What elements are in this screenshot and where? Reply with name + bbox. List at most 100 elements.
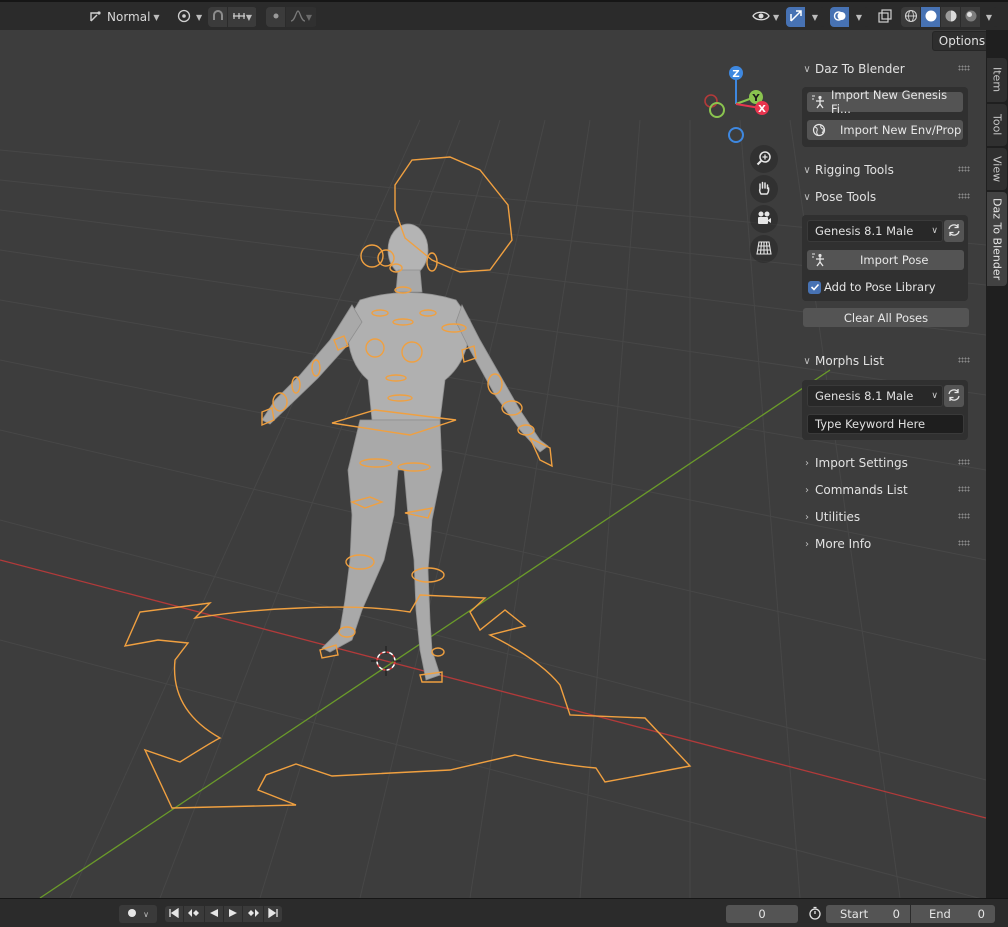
next-keyframe-button[interactable]: [243, 906, 263, 922]
current-frame-value: 0: [758, 907, 766, 921]
morph-refresh-button[interactable]: [944, 385, 964, 407]
falloff-dropdown[interactable]: ▼: [286, 7, 316, 27]
end-frame-label: End: [929, 907, 951, 921]
xray-toggle[interactable]: [877, 7, 893, 27]
panel-title: More Info: [815, 537, 872, 551]
morphs-list-panel-body: Genesis 8.1 Male ∨ Type Keyword Here: [802, 380, 968, 440]
pose-refresh-button[interactable]: [944, 220, 964, 242]
add-to-pose-library-checkbox[interactable]: [808, 281, 821, 294]
preview-range-toggle[interactable]: [806, 906, 824, 922]
overlays-group: ▼: [830, 7, 869, 27]
zoom-button[interactable]: [750, 145, 778, 173]
morph-figure-value: Genesis 8.1 Male: [815, 389, 914, 403]
panel-header-commands-list[interactable]: › Commands List: [796, 479, 974, 501]
panel-header-pose-tools[interactable]: ∨ Pose Tools: [796, 186, 974, 208]
jump-to-end-button[interactable]: [264, 906, 282, 922]
clear-all-poses-label: Clear All Poses: [843, 310, 929, 325]
play-reverse-button[interactable]: [205, 906, 223, 922]
selectability-visibility-dropdown[interactable]: ▼: [752, 7, 779, 27]
shading-material-button[interactable]: [941, 7, 960, 27]
tab-tool[interactable]: Tool: [987, 104, 1007, 146]
tab-view[interactable]: View: [987, 148, 1007, 190]
chevron-down-icon: ∨: [931, 391, 938, 401]
drag-grip-icon[interactable]: [958, 357, 970, 363]
snap-target-dropdown[interactable]: ▼: [228, 7, 256, 27]
overlays-toggle[interactable]: [830, 7, 849, 27]
chevron-down-icon: ▼: [245, 12, 253, 22]
chevron-down-icon: ∨: [143, 909, 149, 919]
shading-solid-button[interactable]: [921, 7, 940, 27]
x-axis-line: [0, 559, 986, 819]
panel-header-daz-to-blender[interactable]: ∨ Daz To Blender: [796, 58, 974, 80]
play-reverse-icon: [209, 907, 219, 921]
import-pose-label: Import Pose: [860, 253, 929, 267]
panel-header-rigging-tools[interactable]: ∨ Rigging Tools: [796, 159, 974, 181]
start-frame-field[interactable]: Start 0: [826, 905, 910, 923]
pose-figure-value: Genesis 8.1 Male: [815, 224, 914, 238]
morph-figure-select[interactable]: Genesis 8.1 Male ∨: [807, 385, 943, 407]
current-frame-field[interactable]: 0: [726, 905, 798, 923]
ortho-toggle-button[interactable]: [750, 235, 778, 263]
drag-grip-icon[interactable]: [958, 166, 970, 172]
chevron-down-icon: ∨: [803, 191, 811, 203]
end-frame-field[interactable]: End 0: [911, 905, 995, 923]
chevron-down-icon: ▼: [305, 12, 313, 22]
gizmo-dropdown[interactable]: ▼: [806, 7, 824, 27]
drag-grip-icon[interactable]: [958, 65, 970, 71]
axis-gizmo[interactable]: Z YX: [704, 66, 769, 143]
proportional-edit-toggle[interactable]: [266, 7, 285, 27]
snap-toggle[interactable]: [208, 7, 227, 27]
panel-header-morphs-list[interactable]: ∨ Morphs List: [796, 350, 974, 372]
pan-button[interactable]: [750, 175, 778, 203]
start-frame-value: 0: [892, 907, 900, 921]
morph-keyword-input[interactable]: Type Keyword Here: [807, 414, 964, 434]
pivot-point-dropdown[interactable]: ▼: [175, 7, 202, 27]
x-axis-label: X: [758, 104, 766, 115]
tab-item[interactable]: Item: [987, 58, 1007, 102]
panel-header-more-info[interactable]: › More Info: [796, 533, 974, 555]
transform-orientation-dropdown[interactable]: Normal ▼: [88, 7, 160, 27]
shading-rendered-button[interactable]: [961, 7, 980, 27]
play-icon: [228, 907, 238, 921]
auto-keying-toggle[interactable]: ∨: [119, 905, 157, 923]
shading-wireframe-button[interactable]: [901, 7, 920, 27]
clear-all-poses-button[interactable]: Clear All Poses: [803, 308, 969, 327]
gizmo-group: ▼: [786, 7, 825, 27]
drag-grip-icon[interactable]: [958, 513, 970, 519]
panel-header-import-settings[interactable]: › Import Settings: [796, 452, 974, 474]
import-pose-button[interactable]: Import Pose: [807, 250, 964, 270]
camera-view-button[interactable]: [750, 205, 778, 233]
refresh-icon: [947, 223, 961, 240]
jump-to-start-button[interactable]: [165, 906, 183, 922]
start-frame-label: Start: [840, 907, 869, 921]
drag-grip-icon[interactable]: [958, 486, 970, 492]
prev-keyframe-button[interactable]: [184, 906, 204, 922]
tab-daz-to-blender[interactable]: Daz To Blender: [987, 192, 1007, 286]
morph-keyword-placeholder: Type Keyword Here: [815, 417, 926, 431]
pose-figure-select[interactable]: Genesis 8.1 Male ∨: [807, 220, 943, 242]
import-env-prop-button[interactable]: Import New Env/Prop: [807, 120, 963, 140]
drag-grip-icon[interactable]: [958, 540, 970, 546]
overlays-dropdown[interactable]: ▼: [850, 7, 868, 27]
drag-grip-icon[interactable]: [958, 459, 970, 465]
next-keyframe-icon: [246, 907, 260, 921]
play-button[interactable]: [224, 906, 242, 922]
gizmo-toggle[interactable]: [786, 7, 805, 27]
panel-title: Commands List: [815, 483, 908, 497]
chevron-right-icon: ›: [805, 457, 809, 469]
stopwatch-icon: [808, 906, 822, 923]
panel-header-utilities[interactable]: › Utilities: [796, 506, 974, 528]
shading-dropdown[interactable]: ▼: [981, 7, 997, 27]
chevron-down-icon: ▼: [773, 12, 780, 22]
options-label: Options: [938, 34, 986, 48]
chevron-down-icon: ▼: [196, 12, 203, 22]
record-icon: [127, 907, 137, 921]
neg-y-axis-handle[interactable]: [709, 102, 725, 118]
chevron-right-icon: ›: [805, 538, 809, 550]
pivot-icon: [175, 8, 193, 27]
snap-increment-icon: [232, 10, 246, 25]
panel-title: Morphs List: [815, 354, 884, 368]
import-genesis-button[interactable]: Import New Genesis Fi...: [807, 88, 963, 116]
drag-grip-icon[interactable]: [958, 193, 970, 199]
chevron-down-icon: ∨: [803, 164, 811, 176]
